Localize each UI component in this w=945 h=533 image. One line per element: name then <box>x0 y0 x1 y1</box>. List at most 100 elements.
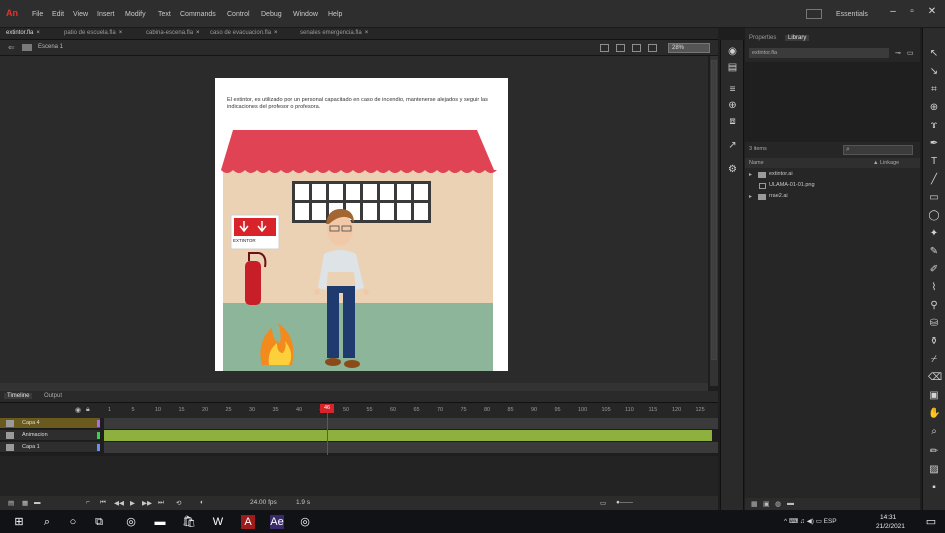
color-panel-icon[interactable]: ⊕ <box>727 100 738 111</box>
close-icon[interactable]: × <box>119 30 123 36</box>
pen-tool-icon[interactable]: ✒ <box>928 138 940 150</box>
line-tool-icon[interactable]: ╱ <box>928 174 940 186</box>
components-icon[interactable]: ⚙ <box>727 164 738 175</box>
timeline-tick[interactable]: 95 <box>555 407 561 413</box>
word-icon[interactable]: W <box>211 515 225 529</box>
lasso-tool-icon[interactable]: ɤ <box>928 120 940 132</box>
polystar-tool-icon[interactable]: ✦ <box>928 228 940 240</box>
tab-properties[interactable]: Properties <box>749 35 776 41</box>
layer-frames[interactable] <box>104 430 712 441</box>
library-item[interactable]: ULAMA-01-01.png <box>745 181 920 191</box>
layer-color-swatch[interactable] <box>97 420 100 427</box>
timeline-tick[interactable]: 75 <box>461 407 467 413</box>
doc-tab[interactable]: extintor.fla × <box>6 30 40 36</box>
layer-header[interactable]: Capa 4 <box>0 418 100 429</box>
motion-presets-icon[interactable]: ↗ <box>727 140 738 151</box>
center-stage-icon[interactable] <box>632 44 641 52</box>
animate-app-icon[interactable]: A <box>241 515 255 529</box>
windows-start-icon[interactable]: ⊞ <box>12 515 26 529</box>
stage[interactable]: El extintor, es utilizado por un persona… <box>215 78 508 371</box>
menu-debug[interactable]: Debug <box>261 11 282 18</box>
lock-icon[interactable]: 🔒︎ <box>86 406 90 414</box>
properties-icon[interactable]: ◍ <box>775 500 781 508</box>
paint-bucket-icon[interactable]: ⛁ <box>928 318 940 330</box>
layer-color-swatch[interactable] <box>97 444 100 451</box>
timeline-tick[interactable]: 120 <box>672 407 681 413</box>
bone-tool-icon[interactable]: ⚲ <box>928 300 940 312</box>
timeline-tick[interactable]: 110 <box>625 407 634 413</box>
stroke-color-icon[interactable]: ✏ <box>928 446 940 458</box>
layer-name[interactable]: Capa 4 <box>22 420 40 426</box>
3d-rotation-icon[interactable]: ⊕ <box>928 102 940 114</box>
pin-icon[interactable]: ⊸ <box>895 49 901 57</box>
workspace-switcher[interactable]: Essentials <box>836 11 868 18</box>
align-panel-icon[interactable]: ≡ <box>727 84 738 95</box>
layer-color-swatch[interactable] <box>97 432 100 439</box>
menu-text[interactable]: Text <box>158 11 171 18</box>
ink-bottle-icon[interactable]: ⚱ <box>928 336 940 348</box>
next-frame-icon[interactable]: ▶▶ <box>142 499 152 507</box>
menu-edit[interactable]: Edit <box>52 11 64 18</box>
expand-arrow-icon[interactable]: ▸ <box>749 171 752 178</box>
file-explorer-icon[interactable]: ▬ <box>153 515 167 529</box>
minimize-button[interactable]: – <box>884 4 902 20</box>
close-icon[interactable]: × <box>274 30 278 36</box>
timeline-tick[interactable]: 35 <box>273 407 279 413</box>
timeline-tick[interactable]: 50 <box>343 407 349 413</box>
selection-tool-icon[interactable]: ↖ <box>928 48 940 60</box>
layer-row[interactable]: Capa 4 <box>0 418 718 429</box>
brush-tool-icon[interactable]: ✐ <box>928 264 940 276</box>
timeline-zoom-slider[interactable]: ●—— <box>616 499 633 506</box>
timeline-tick[interactable]: 5 <box>132 407 135 413</box>
subselection-tool-icon[interactable]: ↘ <box>928 66 940 78</box>
first-frame-icon[interactable]: ⏮ <box>100 499 106 507</box>
layer-frames[interactable] <box>104 442 718 453</box>
cortana-icon[interactable]: ○ <box>66 515 80 529</box>
column-linkage[interactable]: ▲ Linkage <box>873 160 899 166</box>
clip-content-icon[interactable] <box>648 44 657 52</box>
close-icon[interactable]: × <box>196 30 200 36</box>
close-window-button[interactable]: ✕ <box>923 4 941 20</box>
timeline-tick[interactable]: 40 <box>296 407 302 413</box>
layer-name[interactable]: Animacion <box>22 432 48 438</box>
doc-tab[interactable]: patio de escuela.fla × <box>64 30 122 36</box>
frame-step-icon[interactable]: ⌐ <box>86 499 90 506</box>
tab-library[interactable]: Library <box>785 35 810 41</box>
timeline-tick[interactable]: 80 <box>484 407 490 413</box>
timeline-tick[interactable]: 25 <box>226 407 232 413</box>
zoom-out-icon[interactable]: ▭ <box>600 499 606 507</box>
after-effects-icon[interactable]: Ae <box>270 515 284 529</box>
scene-label[interactable]: Escena 1 <box>38 44 63 50</box>
fps-display[interactable]: 24.00 fps <box>250 499 277 506</box>
back-arrow-icon[interactable]: ⇐ <box>8 43 15 52</box>
close-icon[interactable]: × <box>36 30 40 36</box>
tab-output[interactable]: Output <box>44 393 62 399</box>
timeline-tick[interactable]: 20 <box>202 407 208 413</box>
onion-skin-icon[interactable]: ◐ <box>200 499 204 506</box>
expand-arrow-icon[interactable]: ▸ <box>749 193 752 200</box>
properties-panel-icon[interactable]: ◉ <box>727 46 738 57</box>
layer-row[interactable]: Animacion <box>0 430 718 441</box>
delete-layer-icon[interactable]: ▬ <box>34 499 41 506</box>
timeline-tick[interactable]: 55 <box>367 407 373 413</box>
paint-brush-icon[interactable]: ⌇ <box>928 282 940 294</box>
new-layer-icon[interactable]: ▤ <box>8 499 14 507</box>
prev-frame-icon[interactable]: ◀◀ <box>114 499 124 507</box>
notifications-icon[interactable]: ▭ <box>924 515 938 529</box>
menu-window[interactable]: Window <box>293 11 318 18</box>
maximize-button[interactable]: ▫ <box>903 4 921 20</box>
sync-settings-icon[interactable] <box>806 9 822 19</box>
close-icon[interactable]: × <box>365 30 369 36</box>
clock-time[interactable]: 14:31 <box>880 514 896 521</box>
timeline-tick[interactable]: 100 <box>578 407 587 413</box>
hand-tool-icon[interactable]: ✋ <box>928 408 940 420</box>
last-frame-icon[interactable]: ⏭ <box>158 499 164 507</box>
scrollbar-thumb[interactable] <box>711 60 717 360</box>
edit-scene-icon[interactable] <box>616 44 625 52</box>
transform-panel-icon[interactable]: ⧈ <box>727 116 738 127</box>
layer-row[interactable]: Capa 1 <box>0 442 718 453</box>
layer-name[interactable]: Capa 1 <box>22 444 40 450</box>
doc-tab[interactable]: caso de evacuacion.fla × <box>210 30 278 36</box>
free-transform-icon[interactable]: ⌗ <box>928 84 940 96</box>
stage-horizontal-scrollbar[interactable] <box>0 383 708 391</box>
